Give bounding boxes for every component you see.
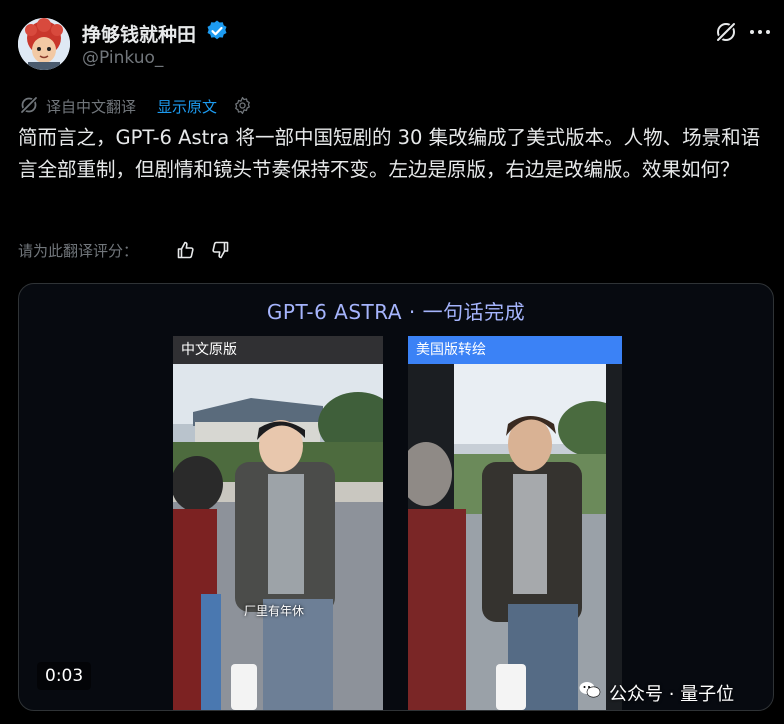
american-version-label: 美国版转绘: [408, 336, 622, 364]
translation-source-label: 译自中文翻译: [46, 98, 137, 116]
thumb-up-icon[interactable]: [176, 240, 196, 260]
rate-translation-label: 请为此翻译评分：: [18, 242, 139, 260]
show-original-link[interactable]: 显示原文: [157, 96, 217, 117]
thumb-down-icon[interactable]: [210, 240, 230, 260]
american-video-frame: [408, 364, 622, 710]
grok-icon[interactable]: [714, 20, 738, 44]
translate-icon: [19, 95, 39, 115]
video-timestamp: 0:03: [37, 662, 92, 690]
author-avatar[interactable]: [18, 18, 70, 70]
video-subtitle: 厂里有年休: [244, 604, 305, 618]
video-player[interactable]: GPT-6 ASTRA · 一句话完成 中文原版 美国版转绘 厂里有年休 0:0…: [18, 283, 774, 711]
wechat-icon: [579, 681, 601, 699]
more-icon[interactable]: [746, 20, 774, 44]
original-version-label: 中文原版: [173, 336, 383, 364]
tweet-text: 简而言之，GPT-6 Astra 将一部中国短剧的 30 集改编成了美式版本。人…: [18, 126, 761, 181]
verified-badge-icon: [205, 19, 229, 43]
author-handle[interactable]: @Pinkuo_: [82, 48, 163, 68]
author-display-name[interactable]: 挣够钱就种田: [82, 20, 196, 47]
video-title-overlay: GPT-6 ASTRA · 一句话完成: [266, 300, 526, 324]
original-video-frame: [173, 364, 383, 710]
settings-icon[interactable]: [233, 96, 252, 115]
source-watermark: 公众号 · 量子位: [609, 684, 735, 705]
